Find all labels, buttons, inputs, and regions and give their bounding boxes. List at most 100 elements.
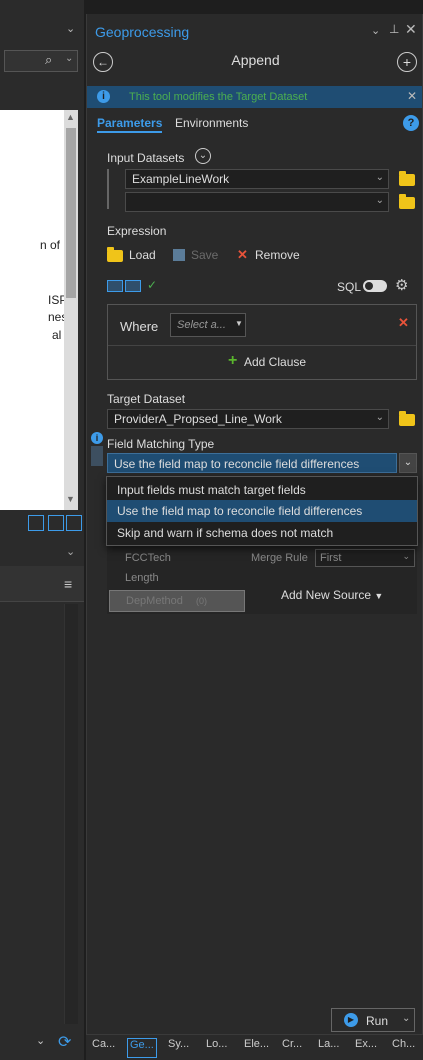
search-options-chevron-icon[interactable]: ⌄: [65, 53, 73, 64]
chevron-down-icon[interactable]: ⌄: [36, 1034, 45, 1047]
field-list-item[interactable]: Length: [125, 572, 159, 584]
chevron-down-icon[interactable]: ⌄: [66, 22, 75, 35]
where-field-select[interactable]: Select a... ▼: [170, 313, 246, 337]
pane-options-chevron-icon[interactable]: ⌄: [371, 24, 380, 37]
info-icon: i: [97, 90, 110, 103]
field-list-item-label: DepMethod: [126, 595, 183, 607]
toggle-knob: [365, 282, 373, 290]
input-dataset-field[interactable]: ExampleLineWork ⌄: [125, 169, 389, 189]
lower-scrollbar[interactable]: [64, 604, 78, 1024]
scrollbar-thumb[interactable]: [66, 128, 76, 298]
bottom-tab-active[interactable]: Ge...: [127, 1038, 157, 1058]
list-view-icon[interactable]: [28, 515, 44, 531]
bottom-tab[interactable]: Lo...: [206, 1038, 227, 1058]
doc-text-line: al: [52, 328, 62, 342]
chevron-down-icon[interactable]: ⌄: [376, 172, 384, 183]
chevron-down-icon[interactable]: ⌄: [402, 1013, 410, 1024]
collapse-chevron-icon[interactable]: ⌄: [195, 148, 211, 164]
target-dataset-value: ProviderA_Propsed_Line_Work: [114, 412, 282, 426]
save-icon: [173, 249, 185, 261]
clause-mode-icon[interactable]: [107, 280, 123, 292]
scroll-up-icon[interactable]: ▲: [66, 112, 75, 122]
left-lower-header: ≡: [0, 566, 84, 602]
tab-parameters[interactable]: Parameters: [97, 116, 163, 133]
add-new-source-label: Add New Source: [281, 588, 372, 602]
left-pane: ⌄ ⌕ ⌄ n of ISP nes al ▲ ▼ ⌄ ≡ ⌄ ⟳: [0, 0, 84, 1060]
menu-icon[interactable]: ≡: [64, 576, 72, 592]
bottom-tab[interactable]: Ca...: [92, 1038, 115, 1058]
chevron-down-icon[interactable]: ▼: [235, 319, 243, 328]
info-icon[interactable]: i: [91, 432, 103, 444]
chevron-down-icon[interactable]: ⌄: [399, 453, 417, 473]
search-icon[interactable]: ⌕: [45, 52, 52, 68]
bottom-tab[interactable]: Ex...: [355, 1038, 377, 1058]
field-map-area: FCCTech Length DepMethod (0) Merge Rule …: [107, 544, 417, 614]
bottom-tab[interactable]: Ele...: [244, 1038, 269, 1058]
expression-label: Expression: [107, 224, 167, 238]
pin-icon[interactable]: ⊥: [389, 22, 399, 36]
target-dataset-label: Target Dataset: [107, 392, 186, 406]
field-matching-label: Field Matching Type: [107, 437, 215, 451]
chevron-down-icon[interactable]: ⌄: [376, 195, 384, 206]
folder-icon[interactable]: [399, 171, 415, 186]
delete-clause-icon[interactable]: ✕: [398, 315, 409, 331]
field-matching-value: Use the field map to reconcile field dif…: [114, 457, 360, 471]
merge-rule-label: Merge Rule: [251, 552, 308, 564]
add-icon[interactable]: +: [397, 52, 417, 72]
folder-icon[interactable]: [399, 194, 415, 209]
view-toolbar: [0, 512, 84, 536]
gear-icon[interactable]: ⚙: [395, 276, 408, 294]
help-icon[interactable]: ?: [403, 115, 419, 131]
close-icon[interactable]: ✕: [405, 21, 417, 38]
add-new-source-button[interactable]: Add New Source ▼: [281, 588, 383, 602]
load-folder-icon: [107, 247, 123, 262]
where-field-placeholder: Select a...: [177, 319, 226, 331]
bottom-tab[interactable]: Sy...: [168, 1038, 189, 1058]
validate-check-icon[interactable]: ✓: [147, 278, 157, 292]
merge-rule-value: First: [320, 552, 342, 564]
bottom-tab[interactable]: Cr...: [282, 1038, 302, 1058]
divider: [108, 345, 416, 346]
tool-title: Append: [231, 52, 280, 68]
left-pane-header: ⌄: [0, 14, 84, 44]
sql-toggle[interactable]: [363, 280, 387, 292]
chevron-down-icon[interactable]: ⌄: [66, 545, 75, 558]
field-matching-select[interactable]: Use the field map to reconcile field dif…: [107, 453, 397, 473]
search-box[interactable]: ⌕ ⌄: [4, 50, 78, 72]
run-label: Run: [366, 1014, 389, 1028]
grid-view-icon[interactable]: [66, 515, 82, 531]
input-dataset-field-empty[interactable]: ⌄: [125, 192, 389, 212]
merge-rule-select[interactable]: First ⌄: [315, 549, 415, 567]
clause-box: Where Select a... ▼ ✕ + Add Clause: [107, 304, 417, 380]
doc-text-line: n of: [40, 238, 61, 252]
where-label: Where: [120, 319, 159, 334]
dropdown-option[interactable]: Input fields must match target fields: [107, 479, 417, 501]
dropdown-option-selected[interactable]: Use the field map to reconcile field dif…: [107, 500, 417, 522]
field-list-item[interactable]: FCCTech: [125, 552, 171, 564]
document-area: n of ISP nes al: [0, 110, 67, 510]
field-matching-dropdown: Input fields must match target fields Us…: [106, 476, 418, 546]
dismiss-icon[interactable]: ✕: [407, 89, 417, 103]
pane-title: Geoprocessing: [95, 24, 190, 40]
run-button[interactable]: ▶ Run ⌄: [331, 1008, 415, 1032]
remove-x-icon: ✕: [237, 247, 248, 262]
info-banner-text: This tool modifies the Target Dataset: [129, 91, 308, 103]
target-dataset-field[interactable]: ProviderA_Propsed_Line_Work ⌄: [107, 409, 389, 429]
folder-icon[interactable]: [399, 411, 415, 426]
chevron-down-icon[interactable]: ⌄: [402, 551, 410, 562]
info-banner: i This tool modifies the Target Dataset …: [87, 86, 422, 108]
refresh-icon[interactable]: ⟳: [58, 1032, 71, 1052]
bottom-tab[interactable]: Ch...: [392, 1038, 415, 1058]
field-list-item-selected[interactable]: DepMethod (0): [109, 590, 245, 612]
tab-environments[interactable]: Environments: [175, 116, 248, 130]
info-marker: [91, 446, 103, 466]
dropdown-option[interactable]: Skip and warn if schema does not match: [107, 522, 417, 544]
details-view-icon[interactable]: [48, 515, 64, 531]
chevron-down-icon[interactable]: ⌄: [376, 412, 384, 423]
bottom-tab[interactable]: La...: [318, 1038, 339, 1058]
scroll-down-icon[interactable]: ▼: [66, 494, 75, 504]
sql-mode-icon[interactable]: [125, 280, 141, 292]
input-datasets-label: Input Datasets: [107, 151, 185, 165]
sql-label: SQL: [337, 280, 362, 294]
play-icon: ▶: [344, 1013, 358, 1027]
